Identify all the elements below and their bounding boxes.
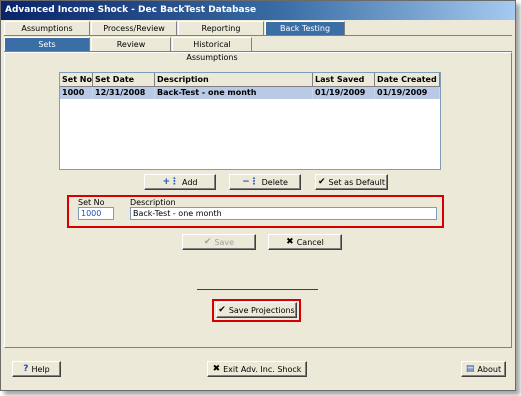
cancel-label: Cancel: [296, 237, 324, 247]
cell-set-no: 1000: [60, 86, 93, 99]
table-row[interactable]: 1000 12/31/2008 Back-Test - one month 01…: [60, 86, 440, 99]
close-icon: ✖: [212, 363, 221, 374]
col-header-date-created[interactable]: Date Created: [374, 73, 440, 87]
cell-description: Back-Test - one month: [154, 86, 313, 99]
set-no-input[interactable]: 1000: [78, 207, 114, 220]
exit-label: Exit Adv. Inc. Shock: [223, 364, 302, 374]
col-header-set-date[interactable]: Set Date: [92, 73, 155, 87]
sub-tab-strip: Sets Review Historical Assumptions: [4, 37, 253, 62]
set-as-default-button[interactable]: ✔ Set as Default: [315, 174, 388, 190]
checkmark-icon: ✔: [218, 304, 226, 315]
main-window: Advanced Income Shock - Dec BackTest Dat…: [0, 0, 516, 391]
tab-process-review[interactable]: Process/Review: [91, 21, 177, 35]
set-no-label: Set No: [78, 198, 105, 207]
col-header-last-saved[interactable]: Last Saved: [312, 73, 375, 87]
save-projections-label: Save Projections: [228, 305, 295, 315]
cell-date-created: 01/19/2009: [374, 86, 440, 99]
save-projections-button[interactable]: ✔ Save Projections: [216, 302, 297, 318]
set-as-default-label: Set as Default: [328, 177, 386, 187]
tab-back-testing[interactable]: Back Testing: [265, 21, 345, 35]
tab-assumptions[interactable]: Assumptions: [4, 21, 90, 35]
tab-historical-assumptions[interactable]: Historical Assumptions: [172, 37, 252, 62]
col-header-description[interactable]: Description: [154, 73, 313, 87]
help-button[interactable]: ? Help: [12, 361, 61, 377]
main-tab-strip: Assumptions Process/Review Reporting Bac…: [4, 21, 346, 35]
add-label: Add: [182, 177, 198, 187]
tab-sets[interactable]: Sets: [4, 37, 90, 51]
delete-label: Delete: [261, 177, 288, 187]
checkmark-icon: ✔: [203, 236, 212, 247]
tab-divider: [4, 35, 512, 36]
save-label: Save: [214, 237, 235, 247]
delete-button[interactable]: −⋮ Delete: [229, 174, 301, 190]
tab-reporting[interactable]: Reporting: [178, 21, 264, 35]
sets-grid[interactable]: Set No Set Date Description Last Saved D…: [59, 72, 441, 170]
add-icon: +⋮: [162, 176, 180, 187]
about-button[interactable]: ▤ About: [461, 361, 506, 377]
close-icon: ✖: [286, 236, 294, 247]
window-title: Advanced Income Shock - Dec BackTest Dat…: [1, 1, 515, 20]
help-label: Help: [31, 364, 50, 374]
description-label: Description: [130, 198, 176, 207]
checkmark-icon: ✔: [317, 176, 326, 187]
description-input[interactable]: Back-Test - one month: [130, 207, 437, 220]
exit-button[interactable]: ✖ Exit Adv. Inc. Shock: [207, 361, 307, 377]
col-header-set-no[interactable]: Set No: [60, 73, 93, 87]
add-button[interactable]: +⋮ Add: [144, 174, 216, 190]
delete-icon: −⋮: [242, 176, 259, 187]
help-icon: ?: [23, 363, 29, 374]
save-button[interactable]: ✔ Save: [182, 234, 256, 250]
about-label: About: [477, 364, 502, 374]
tab-review[interactable]: Review: [91, 37, 171, 51]
cell-set-date: 12/31/2008: [92, 86, 155, 99]
cancel-button[interactable]: ✖ Cancel: [268, 234, 342, 250]
about-icon: ▤: [465, 363, 475, 374]
grid-header-row: Set No Set Date Description Last Saved D…: [60, 73, 440, 87]
cell-last-saved: 01/19/2009: [312, 86, 375, 99]
separator-line: [197, 289, 318, 290]
